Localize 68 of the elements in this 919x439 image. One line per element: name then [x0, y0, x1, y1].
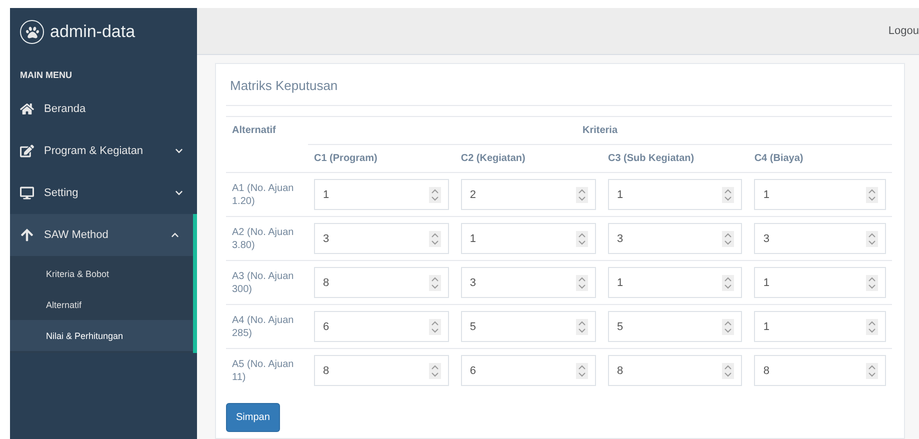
column-header: C3 (Sub Kegiatan)	[608, 153, 694, 164]
row-label: A5 (No. Ajuan 11)	[232, 358, 295, 384]
column-header: C2 (Kegiatan)	[460, 153, 526, 164]
spinner-icon[interactable]	[866, 363, 878, 380]
spinner-icon[interactable]	[866, 275, 878, 291]
monitor-icon	[20, 186, 34, 200]
number-field[interactable]: 3	[460, 267, 596, 298]
spinner-icon[interactable]	[428, 363, 441, 380]
column-header: C1 (Program)	[314, 153, 378, 164]
number-field[interactable]: 1	[460, 223, 596, 254]
number-field[interactable]: 5	[460, 311, 596, 342]
row-label: A4 (No. Ajuan 285)	[232, 314, 295, 340]
column-header: Kriteria	[582, 125, 618, 136]
save-button[interactable]: Simpan	[226, 402, 280, 432]
edit-icon	[20, 144, 34, 158]
column-header: Alternatif	[232, 125, 276, 136]
brand-name: admin-data	[50, 22, 136, 42]
number-field[interactable]: 6	[314, 311, 449, 342]
paw-logo-icon	[20, 20, 44, 44]
number-field[interactable]: 8	[754, 355, 886, 386]
number-field[interactable]: 8	[314, 267, 449, 298]
row-label: A1 (No. Ajuan 1.20)	[232, 182, 295, 208]
row-label: A2 (No. Ajuan 3.80)	[232, 226, 295, 252]
sidebar-item[interactable]: Program & Kegiatan	[10, 130, 197, 172]
panel-title: Matriks Keputusan	[226, 74, 892, 106]
menu-section-title: MAIN MENU	[19, 69, 73, 82]
spinner-icon[interactable]	[576, 319, 588, 335]
row-label: A3 (No. Ajuan 300)	[232, 270, 295, 296]
spinner-icon[interactable]	[428, 275, 441, 291]
number-field[interactable]: 1	[608, 179, 742, 210]
spinner-icon[interactable]	[866, 319, 878, 335]
spinner-icon[interactable]	[722, 319, 734, 335]
number-field[interactable]: 1	[754, 179, 886, 210]
home-icon	[20, 102, 34, 116]
number-field[interactable]: 1	[314, 179, 449, 210]
spinner-icon[interactable]	[576, 231, 588, 247]
spinner-icon[interactable]	[866, 231, 878, 247]
number-field[interactable]: 3	[608, 223, 742, 254]
sidebar-item[interactable]: SAW Method	[10, 214, 197, 256]
spinner-icon[interactable]	[866, 187, 878, 203]
spinner-icon[interactable]	[428, 231, 441, 247]
spinner-icon[interactable]	[576, 363, 588, 380]
spinner-icon[interactable]	[576, 275, 588, 291]
sidebar-item[interactable]: Beranda	[10, 88, 197, 130]
spinner-icon[interactable]	[576, 187, 588, 203]
arrow-up-icon	[20, 228, 34, 242]
number-field[interactable]: 2	[460, 179, 596, 210]
number-field[interactable]: 3	[314, 223, 449, 254]
spinner-icon[interactable]	[722, 231, 734, 247]
column-header: C4 (Biaya)	[754, 153, 804, 164]
spinner-icon[interactable]	[428, 187, 441, 203]
spinner-icon[interactable]	[722, 363, 734, 380]
submenu-item[interactable]: Kriteria & Bobot	[10, 258, 193, 289]
number-field[interactable]: 1	[754, 267, 886, 298]
number-field[interactable]: 5	[608, 311, 742, 342]
number-field[interactable]: 1	[754, 311, 886, 342]
spinner-icon[interactable]	[428, 319, 441, 335]
submenu-item[interactable]: Alternatif	[10, 289, 193, 320]
number-field[interactable]: 8	[608, 355, 742, 386]
submenu-item[interactable]: Nilai & Perhitungan	[10, 320, 193, 351]
number-field[interactable]: 1	[608, 267, 742, 298]
spinner-icon[interactable]	[722, 187, 734, 203]
number-field[interactable]: 6	[460, 355, 596, 386]
sidebar-item[interactable]: Setting	[10, 172, 197, 214]
spinner-icon[interactable]	[722, 275, 734, 291]
number-field[interactable]: 8	[314, 355, 449, 386]
number-field[interactable]: 3	[754, 223, 886, 254]
logout-link[interactable]: Logou	[888, 25, 919, 37]
